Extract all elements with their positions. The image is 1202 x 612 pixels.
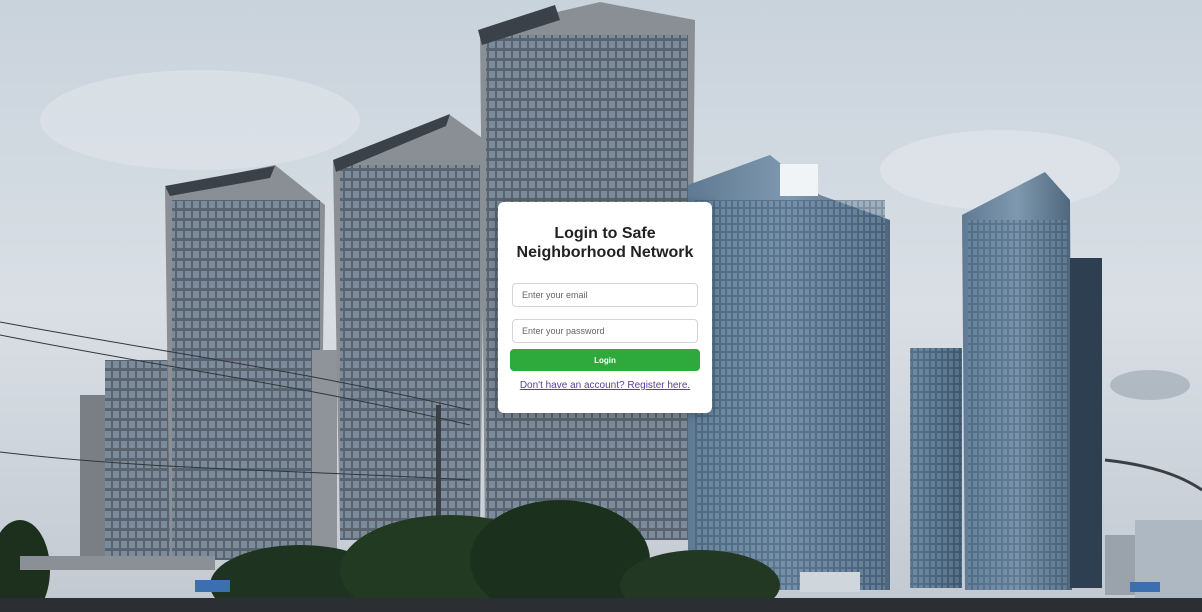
password-input[interactable]	[512, 319, 698, 343]
login-title: Login to Safe Neighborhood Network	[516, 225, 694, 261]
login-card: Login to Safe Neighborhood Network Login…	[498, 202, 712, 413]
register-link[interactable]: Don't have an account? Register here.	[510, 380, 700, 391]
login-button[interactable]: Login	[510, 349, 700, 371]
email-input[interactable]	[512, 283, 698, 307]
